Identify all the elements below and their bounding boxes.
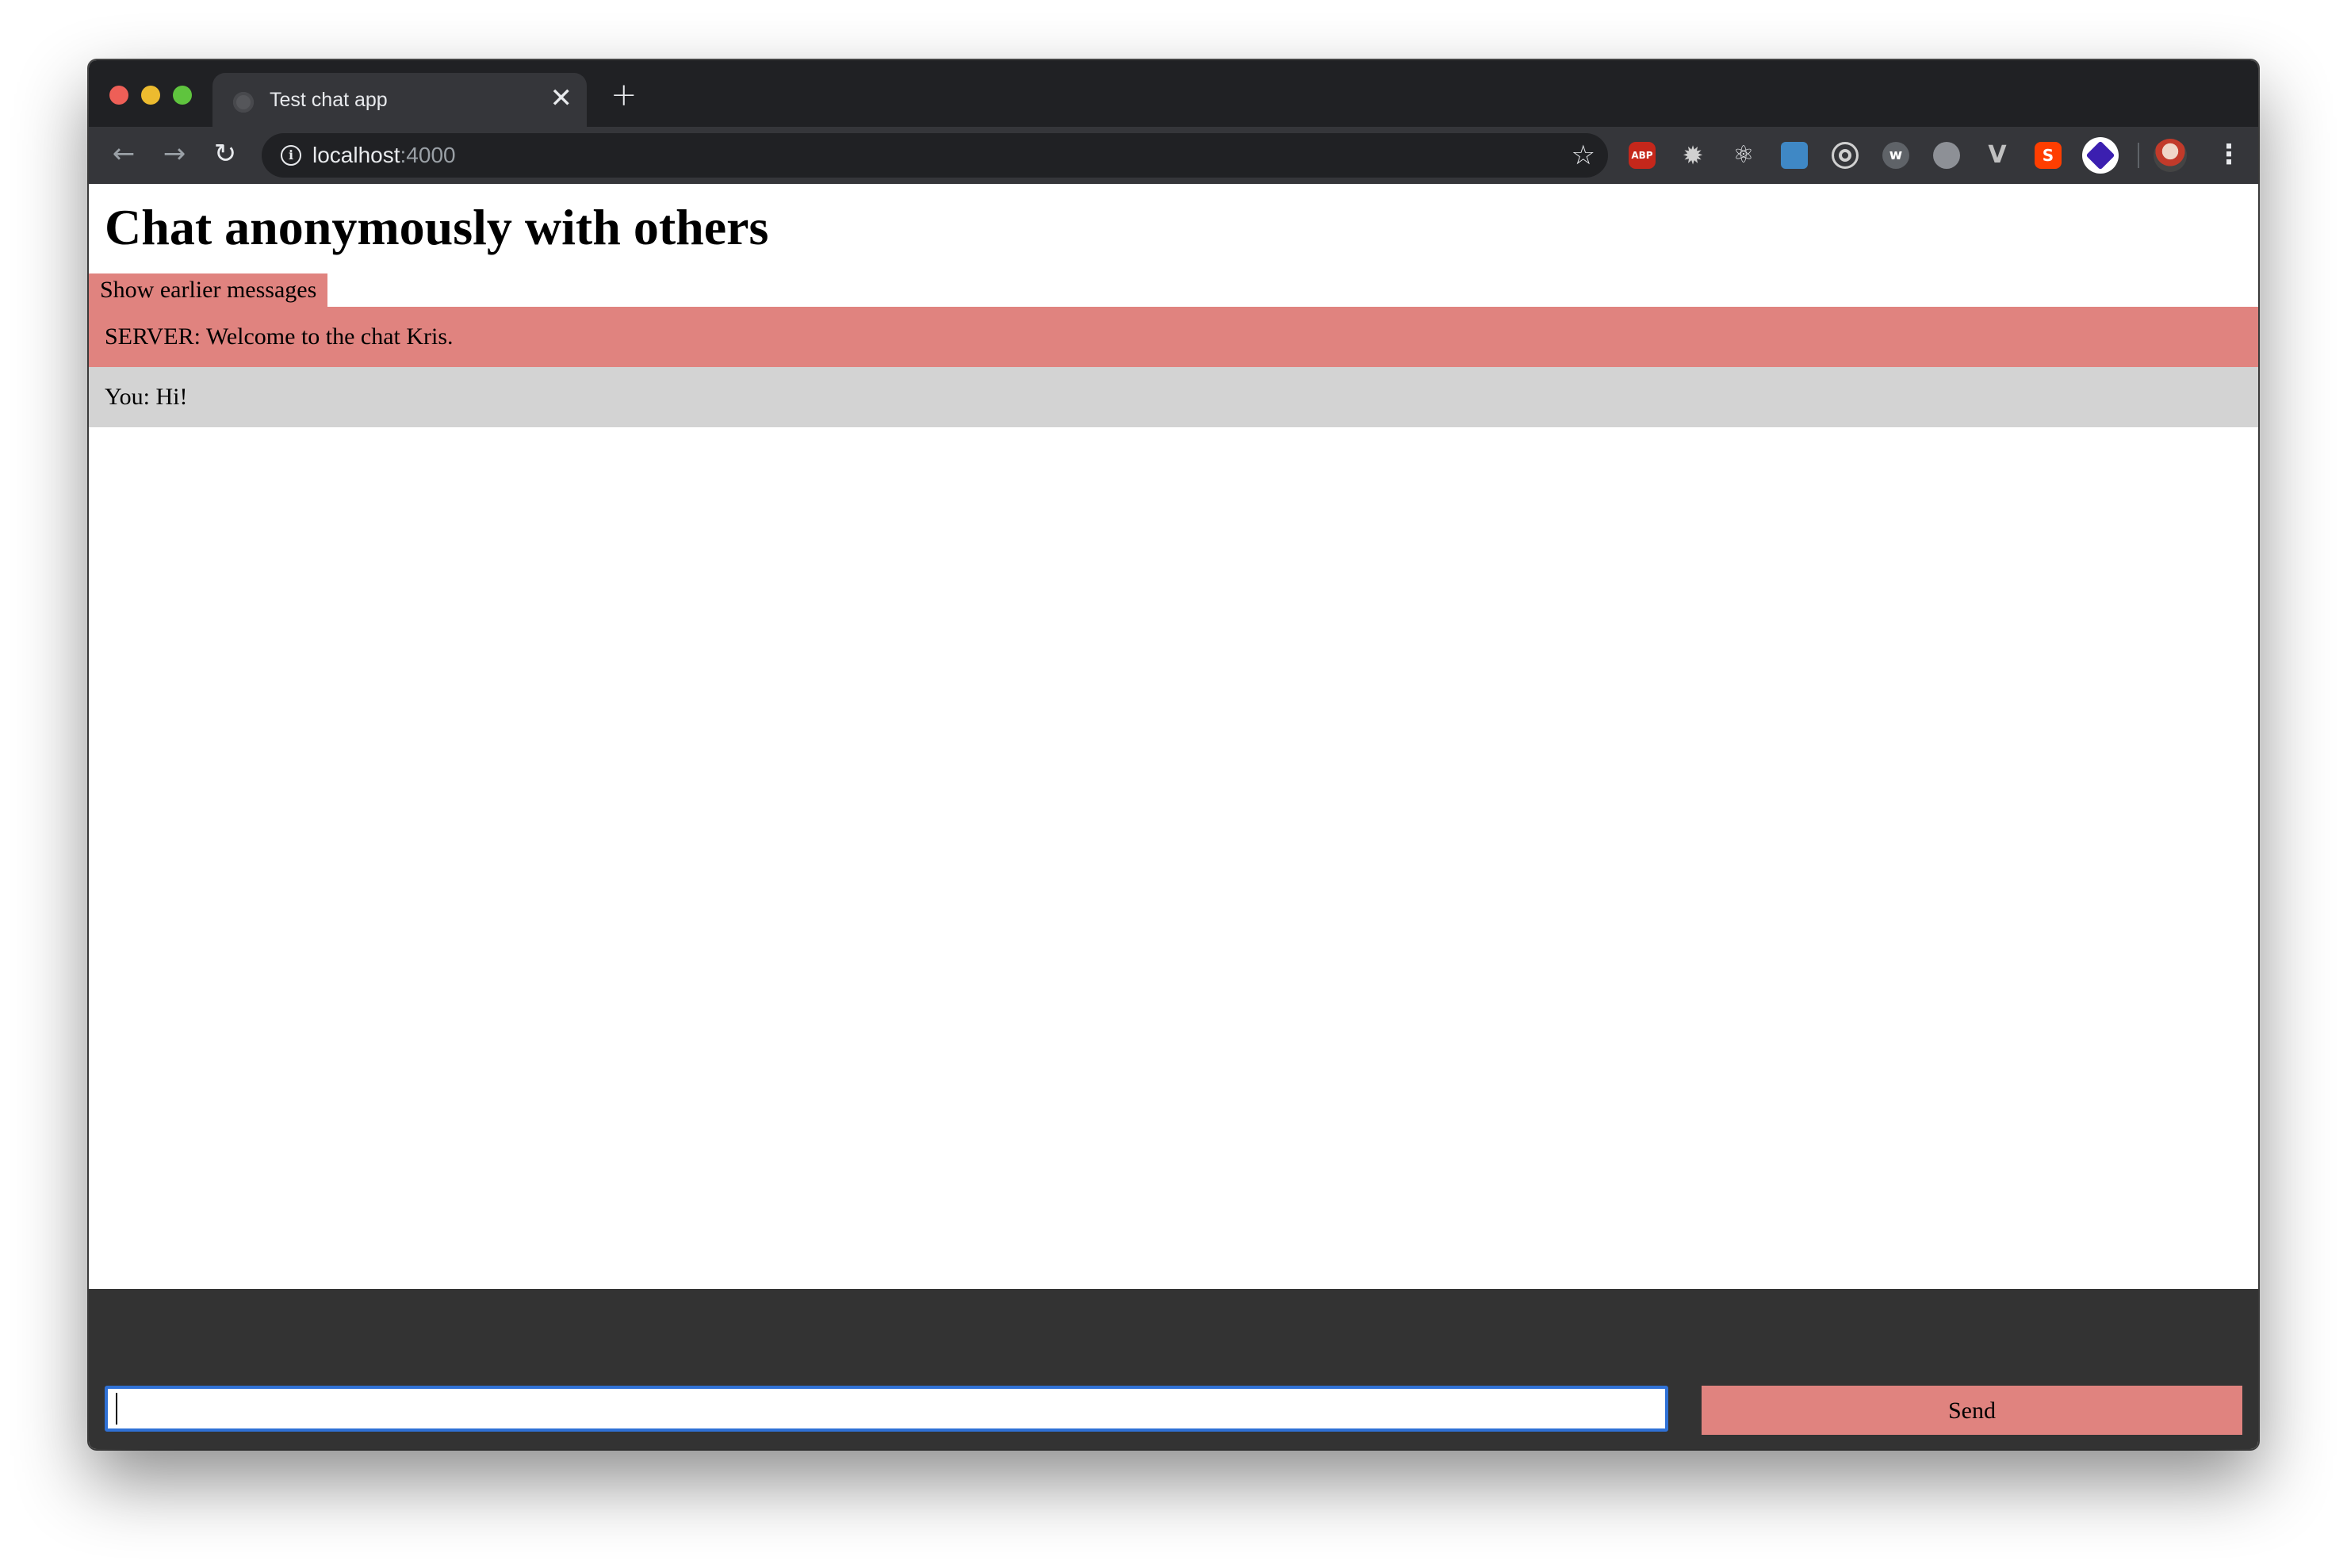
window-maximize-button[interactable] — [173, 86, 192, 105]
url-host: localhost — [312, 143, 400, 167]
window-close-button[interactable] — [109, 86, 128, 105]
document-extension-icon[interactable] — [1781, 142, 1808, 169]
bookmark-star-icon[interactable]: ☆ — [1572, 138, 1595, 173]
send-button[interactable]: Send — [1702, 1386, 2242, 1435]
globe-icon — [233, 92, 254, 113]
adblock-plus-icon[interactable]: ABP — [1629, 142, 1656, 169]
page-viewport: Chat anonymously with others Show earlie… — [89, 184, 2258, 1449]
tab-title: Test chat app — [270, 89, 388, 111]
address-bar[interactable]: i localhost:4000 ☆ — [262, 133, 1608, 178]
message-input[interactable] — [105, 1386, 1668, 1432]
message-list: SERVER: Welcome to the chat Kris. You: H… — [89, 307, 2258, 427]
globe-extension-icon[interactable] — [1933, 142, 1960, 169]
server-message: SERVER: Welcome to the chat Kris. — [89, 307, 2258, 367]
vue-devtools-icon[interactable]: V — [1984, 142, 2011, 169]
kebab-menu-icon[interactable]: ⋮ — [2215, 135, 2242, 174]
forward-arrow-icon[interactable]: → — [157, 136, 192, 171]
gear-extension-icon[interactable]: ✹ — [1679, 142, 1706, 169]
w-extension-icon[interactable]: w — [1882, 142, 1909, 169]
profile-avatar[interactable] — [2154, 139, 2187, 172]
react-devtools-icon[interactable]: ⚛ — [1730, 142, 1757, 169]
window-minimize-button[interactable] — [141, 86, 160, 105]
url-port: :4000 — [400, 143, 456, 167]
text-caret — [116, 1393, 117, 1425]
url-text[interactable]: localhost:4000 — [312, 143, 456, 168]
close-icon[interactable]: ✕ — [550, 85, 573, 112]
show-earlier-messages-button[interactable]: Show earlier messages — [89, 273, 328, 307]
info-icon[interactable]: i — [281, 145, 301, 166]
tab-bar: Test chat app ✕ + — [89, 60, 2258, 127]
back-arrow-icon[interactable]: ← — [106, 136, 141, 171]
tab-test-chat-app[interactable]: Test chat app ✕ — [212, 73, 587, 127]
new-tab-button[interactable]: + — [611, 79, 637, 111]
target-extension-icon[interactable] — [1832, 142, 1859, 169]
layers-diamond — [2085, 140, 2115, 170]
reload-icon[interactable]: ↻ — [208, 136, 243, 171]
svelte-devtools-icon[interactable]: S — [2035, 142, 2062, 169]
browser-toolbar: ← → ↻ i localhost:4000 ☆ ABP ✹ ⚛ w V S ⋮ — [89, 127, 2258, 184]
message-composer: Send — [89, 1289, 2258, 1449]
self-message: You: Hi! — [89, 367, 2258, 427]
toolbar-divider — [2138, 143, 2139, 168]
browser-window: Test chat app ✕ + ← → ↻ i localhost:4000… — [89, 60, 2258, 1449]
page-title: Chat anonymously with others — [105, 199, 769, 255]
layers-extension-icon[interactable] — [2082, 137, 2119, 174]
